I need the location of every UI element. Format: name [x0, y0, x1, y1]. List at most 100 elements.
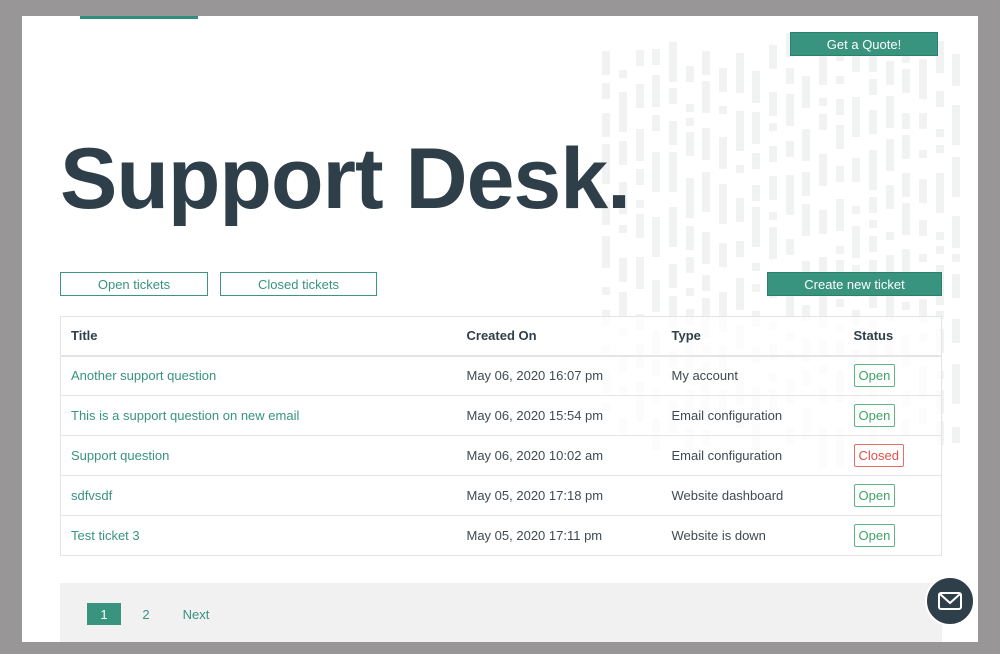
pattern-block	[869, 79, 877, 95]
pattern-block	[686, 288, 694, 296]
pattern-block	[669, 121, 677, 145]
pattern-block	[686, 226, 694, 250]
pattern-block	[886, 61, 894, 85]
pattern-block	[736, 278, 744, 310]
pattern-block	[819, 53, 827, 85]
pattern-block	[736, 165, 744, 173]
page-title: Support Desk.	[60, 131, 631, 227]
pattern-block	[736, 198, 744, 222]
status-badge: Closed	[853, 444, 904, 467]
pattern-block	[669, 42, 677, 82]
pattern-block	[702, 275, 710, 291]
pattern-block	[769, 45, 777, 69]
pattern-block	[819, 114, 827, 130]
pattern-block	[869, 56, 877, 72]
pattern-block	[636, 84, 644, 108]
pattern-block	[919, 179, 927, 203]
pattern-block	[802, 172, 810, 196]
pattern-block	[952, 274, 960, 298]
pattern-block	[636, 214, 644, 238]
pattern-block	[769, 227, 777, 259]
pattern-block	[836, 99, 844, 115]
ticket-title-link[interactable]: sdfvsdf	[71, 488, 112, 503]
pattern-block	[819, 98, 827, 106]
pattern-block	[869, 197, 877, 213]
pattern-block	[852, 226, 860, 258]
pattern-block	[686, 104, 694, 112]
page: Get a Quote! Support Desk. Open tickets …	[22, 16, 978, 642]
pattern-block	[886, 139, 894, 171]
pattern-block	[769, 146, 777, 162]
pattern-block	[919, 220, 927, 236]
table-row: Another support question May 06, 2020 16:…	[60, 355, 942, 396]
pattern-block	[702, 232, 710, 264]
ticket-title-link[interactable]: This is a support question on new email	[71, 408, 299, 423]
pattern-block	[602, 236, 610, 268]
pattern-block	[852, 206, 860, 214]
ticket-type: Email configuration	[661, 435, 844, 476]
pattern-block	[836, 166, 844, 182]
top-accent-bar	[80, 16, 198, 19]
pattern-block	[902, 69, 910, 93]
pattern-block	[686, 132, 694, 156]
pattern-block	[652, 49, 660, 65]
pattern-block	[836, 246, 844, 254]
pattern-block	[652, 115, 660, 131]
contact-mail-button[interactable]	[925, 576, 975, 626]
column-header-title: Title	[60, 316, 457, 357]
pattern-block	[952, 105, 960, 145]
get-quote-button[interactable]: Get a Quote!	[790, 32, 938, 56]
pattern-block	[886, 96, 894, 128]
pattern-block	[769, 176, 777, 200]
pattern-block	[719, 137, 727, 169]
pattern-block	[686, 66, 694, 82]
tickets-table: Title Created On Type Status Another sup…	[60, 316, 942, 556]
pattern-block	[902, 203, 910, 235]
pattern-block	[669, 88, 677, 104]
ticket-type: My account	[661, 355, 844, 396]
pattern-block	[686, 178, 694, 218]
pattern-block	[652, 280, 660, 312]
table-row: sdfvsdf May 05, 2020 17:18 pm Website dash…	[60, 475, 942, 516]
ticket-title-link[interactable]: Support question	[71, 448, 169, 463]
pattern-block	[719, 243, 727, 267]
pattern-block	[636, 169, 644, 185]
closed-tickets-button[interactable]: Closed tickets	[220, 272, 377, 296]
pattern-block	[902, 302, 910, 310]
ticket-title-link[interactable]: Test ticket 3	[71, 528, 140, 543]
pattern-block	[736, 53, 744, 93]
pattern-block	[619, 92, 627, 132]
pattern-block	[652, 217, 660, 257]
pattern-block	[836, 76, 844, 84]
pattern-block	[636, 50, 644, 66]
pattern-block	[686, 118, 694, 126]
status-badge: Open	[853, 524, 896, 547]
pattern-block	[802, 129, 810, 161]
ticket-created-on: May 06, 2020 10:02 am	[456, 435, 662, 476]
next-page-button[interactable]: Next	[178, 603, 214, 625]
pattern-block	[902, 135, 910, 159]
pattern-block	[719, 184, 727, 224]
pattern-block	[702, 81, 710, 113]
pattern-block	[886, 185, 894, 209]
pattern-block	[952, 216, 960, 248]
pattern-block	[802, 204, 810, 236]
pattern-block	[602, 51, 610, 75]
create-ticket-button[interactable]: Create new ticket	[767, 272, 942, 296]
ticket-title-link[interactable]: Another support question	[71, 368, 216, 383]
page-1-button[interactable]: 1	[87, 603, 121, 625]
ticket-type: Email configuration	[661, 395, 844, 436]
pattern-block	[702, 172, 710, 212]
pattern-block	[702, 51, 710, 75]
table-row: Test ticket 3 May 05, 2020 17:11 pm Websit…	[60, 515, 942, 556]
open-tickets-button[interactable]: Open tickets	[60, 272, 208, 296]
table-row: Support question May 06, 2020 10:02 am Ema…	[60, 435, 942, 476]
pattern-block	[786, 175, 794, 215]
pattern-block	[786, 239, 794, 255]
page-2-button[interactable]: 2	[136, 603, 156, 625]
pattern-block	[902, 113, 910, 129]
table-row: This is a support question on new email M…	[60, 395, 942, 436]
pattern-block	[819, 210, 827, 234]
pattern-block	[786, 94, 794, 126]
pattern-block	[619, 292, 627, 316]
